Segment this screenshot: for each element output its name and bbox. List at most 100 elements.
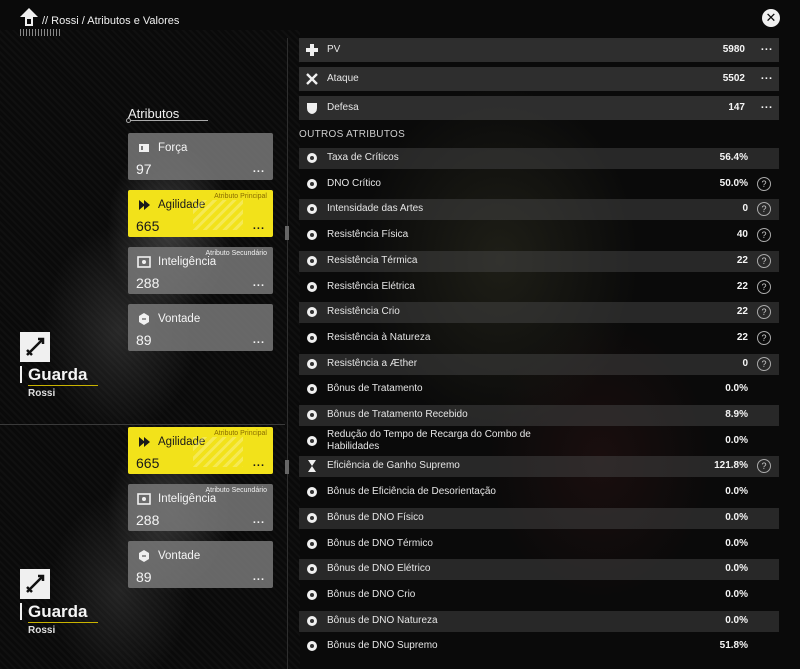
stat-row[interactable]: Defesa 147 ... <box>299 96 779 120</box>
barcode-decoration <box>20 29 62 36</box>
stat-row: Bônus de DNO Físico 0.0% <box>299 507 779 529</box>
game-logo-icon <box>20 8 38 26</box>
attribute-card[interactable]: Vontade 89 ... <box>128 541 273 588</box>
stat-label: Bônus de Tratamento Recebido <box>327 409 468 420</box>
attribute-card[interactable]: Agilidade Atributo Principal 665 ... <box>128 190 273 237</box>
more-options-button[interactable]: ... <box>253 277 265 289</box>
help-icon[interactable]: ? <box>757 253 771 268</box>
strength-icon <box>137 141 151 155</box>
heal-bonus-icon <box>305 382 319 396</box>
stat-label: Redução do Tempo de Recarga do Combo de … <box>327 428 531 452</box>
help-icon[interactable]: ? <box>757 228 771 243</box>
stat-row: Resistência Térmica 22 ? <box>299 250 779 272</box>
breadcrumb: // Rossi / Atributos e Valores <box>42 15 180 27</box>
stat-row: Bônus de Eficiência de Desorientação 0.0… <box>299 482 779 503</box>
attribute-tag: Atributo Secundário <box>205 250 267 257</box>
stat-value: 0.0% <box>725 486 748 498</box>
stat-row: Taxa de Críticos 56.4% <box>299 148 779 169</box>
attribute-tag: Atributo Principal <box>214 193 267 200</box>
stat-value: 51.8% <box>719 640 748 652</box>
stat-row: Bônus de Tratamento 0.0% <box>299 379 779 400</box>
attribute-card[interactable]: Vontade 89 ... <box>128 304 273 351</box>
cryo-dmg-icon <box>305 588 319 602</box>
stat-row: Resistência Elétrica 22 ? <box>299 277 779 298</box>
stat-value: 22 <box>736 331 748 343</box>
more-options-button[interactable]: ... <box>253 163 265 175</box>
help-icon[interactable]: ? <box>757 356 771 371</box>
stat-value: 147 <box>728 102 745 113</box>
stat-value: 40 <box>736 229 748 241</box>
more-options-button[interactable]: ... <box>761 99 773 111</box>
health-cross-icon <box>305 43 319 57</box>
stat-row: Bônus de DNO Térmico 0.0% <box>299 534 779 555</box>
more-options-button[interactable]: ... <box>253 571 265 583</box>
top-bar: // Rossi / Atributos e Valores ✕ <box>0 0 800 38</box>
will-icon <box>137 549 151 563</box>
stat-row: Bônus de Tratamento Recebido 8.9% <box>299 405 779 426</box>
stat-row: Intensidade das Artes 0 ? <box>299 199 779 221</box>
guard-class-icon <box>20 569 50 599</box>
attributes-section-title: Atributos <box>128 106 180 121</box>
attribute-name: Vontade <box>158 313 201 325</box>
attribute-card[interactable]: Inteligência Atributo Secundário 288 ... <box>128 247 273 294</box>
help-icon[interactable]: ? <box>757 305 771 320</box>
crit-burst-icon <box>305 151 319 165</box>
stat-row: DNO Crítico 50.0% ? <box>299 174 779 195</box>
more-options-button[interactable]: ... <box>761 41 773 53</box>
help-icon[interactable]: ? <box>757 330 771 345</box>
stat-label: Ataque <box>327 73 359 84</box>
stat-value: 0.0% <box>725 563 748 575</box>
stat-value: 0.0% <box>725 537 748 549</box>
attribute-card[interactable]: Inteligência Atributo Secundário 288 ... <box>128 484 273 531</box>
character-name: Rossi <box>28 625 56 636</box>
help-icon[interactable]: ? <box>757 202 771 217</box>
stat-row: Eficiência de Ganho Supremo 121.8% ? <box>299 456 779 478</box>
stat-value: 0.0% <box>725 614 748 626</box>
cooldown-icon <box>305 434 319 448</box>
attribute-card[interactable]: Força 97 ... <box>128 133 273 180</box>
aether-res-icon <box>305 357 319 371</box>
stat-value: 5502 <box>722 73 745 84</box>
stat-row[interactable]: PV 5980 ... <box>299 38 779 62</box>
stat-label: Resistência à Natureza <box>327 331 431 343</box>
stat-label: PV <box>327 44 341 55</box>
help-icon[interactable]: ? <box>757 176 771 191</box>
stat-row: Resistência à Natureza 22 ? <box>299 328 779 349</box>
more-options-button[interactable]: ... <box>253 334 265 346</box>
attribute-value: 89 <box>136 569 152 585</box>
stat-label: Resistência Elétrica <box>327 280 415 292</box>
heat-res-icon <box>305 254 319 268</box>
stat-value: 0.0% <box>725 588 748 600</box>
stat-row[interactable]: Ataque 5502 ... <box>299 67 779 91</box>
stat-value: 0.0% <box>725 383 748 395</box>
stat-row: Resistência a Æther 0 ? <box>299 353 779 375</box>
stat-row: Bônus de DNO Elétrico 0.0% <box>299 559 779 581</box>
attribute-card[interactable]: Agilidade Atributo Principal 665 ... <box>128 427 273 474</box>
stat-value: 22 <box>736 254 748 266</box>
help-icon[interactable]: ? <box>757 459 771 474</box>
more-options-button[interactable]: ... <box>761 70 773 82</box>
heal-received-icon <box>305 408 319 422</box>
stat-label: Bônus de Tratamento <box>327 383 423 395</box>
stat-value: 121.8% <box>714 460 748 472</box>
help-icon[interactable]: ? <box>757 279 771 294</box>
close-button[interactable]: ✕ <box>762 9 780 27</box>
stat-label: Bônus de DNO Crio <box>327 588 416 600</box>
cryo-res-icon <box>305 305 319 319</box>
ultimate-dmg-icon <box>305 639 319 653</box>
attribute-name: Agilidade <box>158 199 206 211</box>
stat-label: Resistência Térmica <box>327 254 418 266</box>
more-options-button[interactable]: ... <box>253 220 265 232</box>
scroll-track[interactable] <box>287 38 288 669</box>
crossed-swords-icon <box>305 72 319 86</box>
stat-label: Bônus de DNO Térmico <box>327 537 433 549</box>
stat-row: Bônus de DNO Natureza 0.0% <box>299 610 779 632</box>
stat-label: DNO Crítico <box>327 177 381 189</box>
scroll-marker <box>285 226 289 240</box>
stat-value: 0 <box>742 203 748 215</box>
stat-row: Bônus de DNO Crio 0.0% <box>299 585 779 606</box>
more-options-button[interactable]: ... <box>253 457 265 469</box>
more-options-button[interactable]: ... <box>253 514 265 526</box>
stat-label: Resistência Física <box>327 229 409 241</box>
stat-row: Resistência Crio 22 ? <box>299 302 779 324</box>
